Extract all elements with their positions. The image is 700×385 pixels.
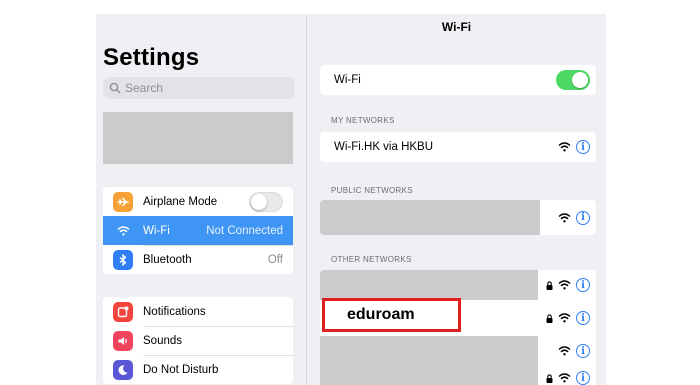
public-networks-group: i [320,200,596,235]
my-networks-group: Wi-Fi.HK via HKBU i [320,132,596,162]
settings-title: Settings [103,44,200,71]
wifi-icon [113,220,133,241]
airplane-icon [113,191,133,212]
section-header-my-networks: MY NETWORKS [331,116,395,125]
network-row-wifi-hk[interactable]: Wi-Fi.HK via HKBU i [320,132,596,162]
network-name: Wi-Fi.HK via HKBU [334,141,434,153]
sidebar-item-label: Bluetooth [143,253,192,266]
wifi-signal-icon [558,142,571,152]
info-icon[interactable]: i [576,278,590,292]
toggle-knob [572,72,588,88]
wifi-toggle[interactable] [556,70,590,90]
search-input[interactable]: Search [103,77,295,99]
network-name-redacted [320,336,538,385]
sidebar-item-label: Notifications [143,305,206,318]
notifications-icon [113,301,133,322]
settings-sidebar: Settings Search Airplane Mode Wi-Fi Not … [96,14,307,385]
network-icons: i [558,132,590,162]
wifi-status-value: Not Connected [206,224,283,237]
wifi-toggle-group: Wi-Fi [320,65,596,95]
wifi-toggle-label: Wi-Fi [334,74,361,86]
sidebar-item-do-not-disturb[interactable]: Do Not Disturb [103,355,293,384]
info-icon[interactable]: i [576,210,590,225]
search-icon [109,82,121,94]
airplane-mode-toggle[interactable] [249,191,283,212]
toggle-knob [251,193,267,210]
wifi-signal-icon [558,280,571,290]
sidebar-item-label: Airplane Mode [143,195,218,208]
settings-group-connectivity: Airplane Mode Wi-Fi Not Connected Blueto… [103,187,293,274]
lock-icon [546,313,553,323]
sidebar-item-label: Wi-Fi [143,224,170,237]
wifi-toggle-row: Wi-Fi [320,65,596,95]
sidebar-item-bluetooth[interactable]: Bluetooth Off [103,245,293,274]
apple-id-profile-redacted[interactable] [103,112,293,164]
network-name-redacted [320,270,538,300]
network-name-redacted [320,200,540,235]
info-icon[interactable]: i [576,371,590,385]
sidebar-item-label: Do Not Disturb [143,363,219,376]
sidebar-item-notifications[interactable]: Notifications [103,297,293,326]
wifi-signal-icon [558,346,571,356]
network-icons: i [558,336,590,366]
section-header-public-networks: PUBLIC NETWORKS [331,186,413,195]
info-icon[interactable]: i [576,311,590,325]
network-icons-eduroam: i [546,303,590,333]
bluetooth-icon [113,249,133,270]
wifi-signal-icon [558,373,571,383]
sidebar-item-label: Sounds [143,334,183,347]
sidebar-item-sounds[interactable]: Sounds [103,326,293,355]
lock-icon [546,280,553,290]
wifi-signal-icon [558,313,571,323]
sounds-icon [113,330,133,351]
settings-group-notifications: Notifications Sounds Do Not Disturb [103,297,293,384]
info-icon[interactable]: i [576,344,590,358]
moon-icon [113,359,133,380]
section-header-other-networks: OTHER NETWORKS [331,255,412,264]
network-icons: i [546,270,590,300]
nav-title: Wi-Fi [441,20,472,34]
network-icons: i [558,200,590,235]
network-row-eduroam[interactable]: eduroam [322,298,461,332]
search-placeholder: Search [125,81,164,95]
info-icon[interactable]: i [576,140,590,154]
sidebar-item-airplane-mode[interactable]: Airplane Mode [103,187,293,216]
bluetooth-status-value: Off [267,253,283,266]
lock-icon [546,373,553,383]
sidebar-item-wifi[interactable]: Wi-Fi Not Connected [103,216,293,245]
network-icons: i [546,366,590,385]
network-name-eduroam: eduroam [347,306,415,323]
wifi-signal-icon [558,212,571,222]
